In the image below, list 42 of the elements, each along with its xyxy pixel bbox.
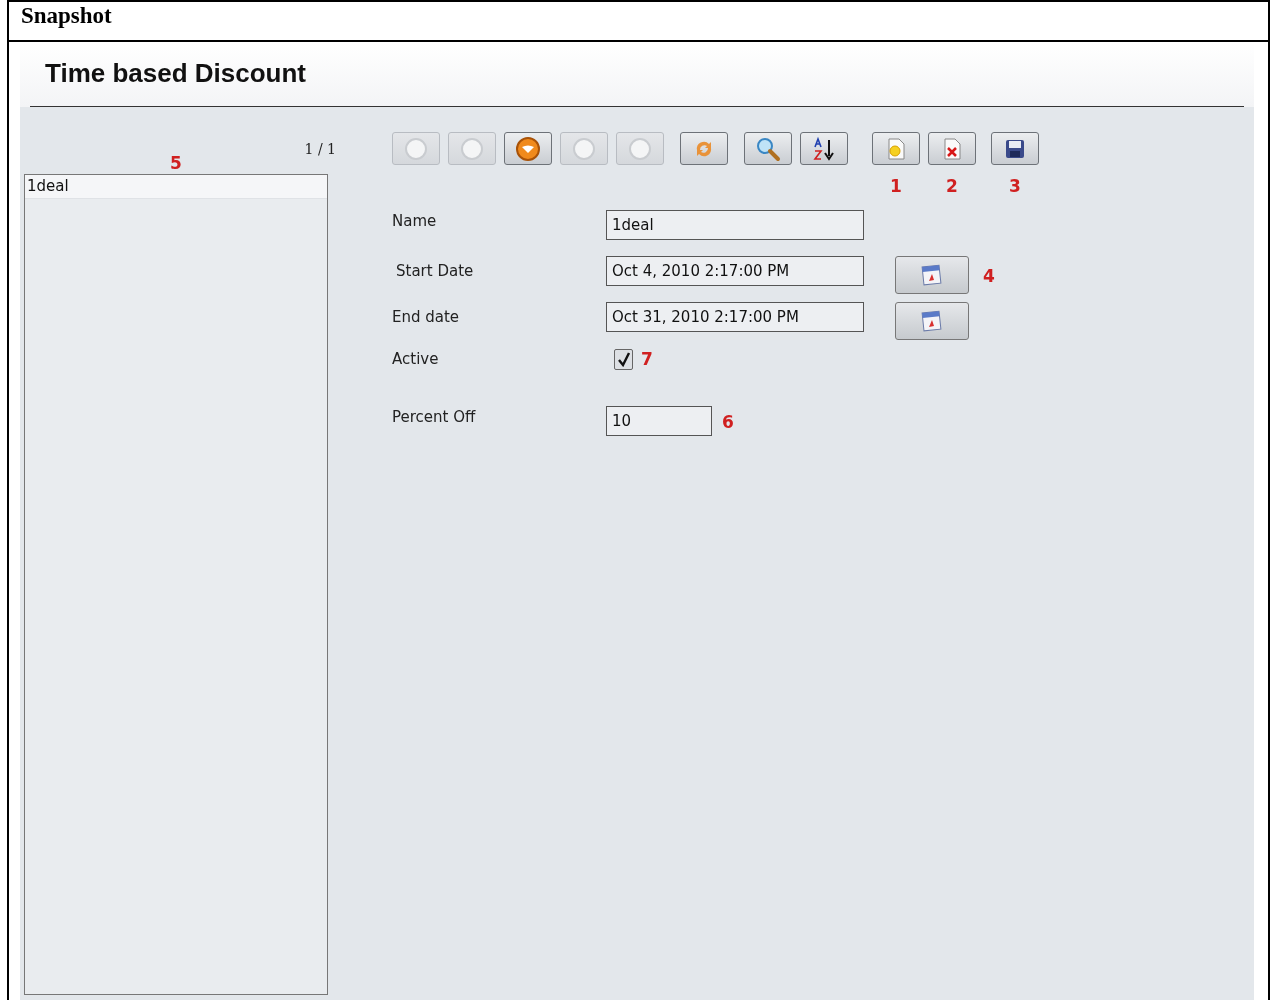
- search-button[interactable]: [744, 132, 792, 165]
- callout-number: 5: [170, 153, 182, 174]
- circle-icon: [572, 136, 596, 161]
- circle-icon: [404, 136, 428, 161]
- circle-icon: [460, 136, 484, 161]
- save-icon: [1004, 137, 1026, 160]
- sort-button[interactable]: [800, 132, 848, 165]
- pager-text: 1 / 1: [304, 141, 336, 159]
- calendar-icon: [920, 263, 944, 287]
- check-icon: [616, 352, 631, 367]
- list-item[interactable]: 1deal: [25, 175, 327, 199]
- callout-number: 6: [722, 412, 734, 432]
- input-field[interactable]: 1deal: [606, 210, 864, 240]
- input-field[interactable]: Oct 31, 2010 2:17:00 PM: [606, 302, 864, 332]
- delete-document-icon: [941, 136, 963, 161]
- checkbox[interactable]: [614, 349, 633, 370]
- calendar-icon: [920, 309, 944, 333]
- circle-icon: [628, 136, 652, 161]
- refresh-button[interactable]: [680, 132, 728, 165]
- callout-number: 7: [641, 349, 653, 369]
- search-icon: [755, 135, 781, 162]
- delete-button[interactable]: [928, 132, 976, 165]
- field-label: Active: [392, 349, 440, 368]
- save-button[interactable]: [991, 132, 1039, 165]
- callout-number: 2: [946, 176, 958, 196]
- new-button[interactable]: [872, 132, 920, 165]
- calendar-button[interactable]: [895, 302, 969, 340]
- callout-number: 1: [890, 176, 902, 196]
- field-label: End date: [392, 307, 461, 326]
- panel-title: Time based Discount: [44, 57, 308, 90]
- field-label: Start Date: [395, 261, 475, 280]
- circle-icon: [515, 135, 541, 162]
- input-field[interactable]: Oct 4, 2010 2:17:00 PM: [606, 256, 864, 286]
- sort-icon: [812, 135, 836, 162]
- field-label: Percent Off: [392, 407, 477, 426]
- calendar-button[interactable]: [895, 256, 969, 294]
- input-field[interactable]: 10: [606, 406, 712, 436]
- field-label: Name: [392, 211, 438, 230]
- new-document-icon: [885, 136, 907, 161]
- callout-number: 3: [1009, 176, 1021, 196]
- callout-number: 4: [983, 266, 995, 286]
- current-button[interactable]: [504, 132, 552, 165]
